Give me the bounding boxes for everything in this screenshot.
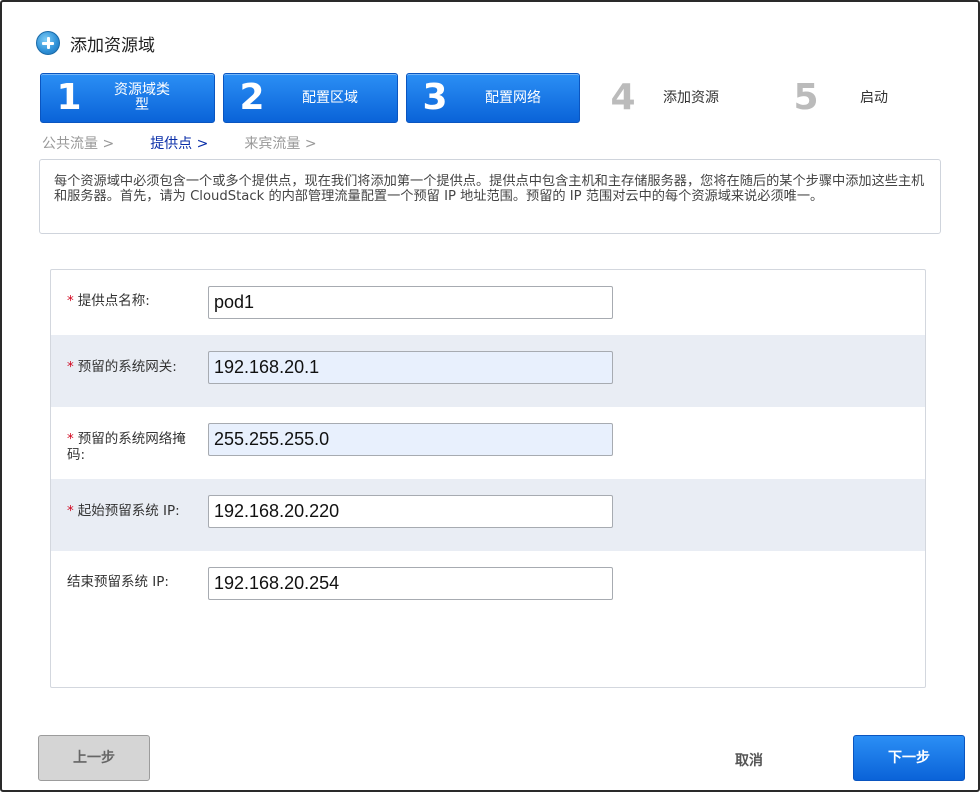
network-substeps: 公共流量 > 提供点 > 来宾流量 > (42, 133, 353, 153)
substep-pod: 提供点 > (150, 136, 209, 152)
substep-guest-traffic: 来宾流量 > (244, 136, 317, 152)
field-label: * 预留的系统网关: (67, 359, 177, 375)
step-label: 添加资源 (663, 89, 719, 106)
step-label: 资源域类 型 (114, 82, 170, 113)
step-label: 配置网络 (485, 89, 541, 106)
step-zone-type[interactable]: 1 资源域类 型 (40, 73, 215, 123)
form-row-gateway: * 预留的系统网关: (51, 335, 925, 407)
step-number: 5 (793, 77, 819, 118)
dialog-title: 添加资源域 (70, 35, 155, 56)
substep-public-traffic: 公共流量 > (42, 136, 115, 152)
netmask-input[interactable] (208, 423, 613, 456)
wizard-steps: 1 资源域类 型 2 配置区域 3 配置网络 4 添加资源 5 启动 (40, 73, 940, 123)
pod-name-input[interactable] (208, 286, 613, 319)
required-marker: * (67, 503, 74, 519)
step-label: 配置区域 (302, 89, 358, 106)
start-ip-input[interactable] (208, 495, 613, 528)
form-row-pod-name: * 提供点名称: (51, 270, 925, 335)
step-number: 1 (56, 77, 82, 118)
step-label: 启动 (860, 89, 888, 106)
required-marker: * (67, 431, 74, 447)
dialog-header: 添加资源域 (36, 30, 155, 56)
step-add-resources: 4 添加资源 (595, 73, 755, 123)
form-row-start-ip: * 起始预留系统 IP: (51, 479, 925, 551)
cancel-button[interactable]: 取消 (735, 750, 763, 770)
step-description: 每个资源域中必须包含一个或多个提供点，现在我们将添加第一个提供点。提供点中包含主… (39, 159, 941, 234)
form-row-netmask: * 预留的系统网络掩码: (51, 407, 925, 479)
add-zone-dialog: 添加资源域 1 资源域类 型 2 配置区域 3 配置网络 4 添加资源 5 启动… (0, 0, 980, 792)
step-number: 2 (239, 77, 265, 118)
pod-form: *提供点名称: *预留的系统网关: *预留的系统网络掩码: *起始预留系统 IP… (50, 269, 926, 688)
field-label: * 提供点名称: (67, 293, 150, 309)
step-configure-zone[interactable]: 2 配置区域 (223, 73, 398, 123)
step-number: 4 (610, 77, 636, 118)
step-number: 3 (422, 77, 448, 118)
previous-button[interactable]: 上一步 (38, 735, 150, 781)
field-label: 结束预留系统 IP: (67, 574, 169, 590)
end-ip-input[interactable] (208, 567, 613, 600)
step-launch: 5 启动 (778, 73, 918, 123)
field-label: * 起始预留系统 IP: (67, 503, 180, 519)
gateway-input[interactable] (208, 351, 613, 384)
required-marker: * (67, 359, 74, 375)
required-marker: * (67, 293, 74, 309)
field-label: * 预留的系统网络掩码: (67, 431, 186, 463)
step-configure-network[interactable]: 3 配置网络 (406, 73, 580, 123)
form-row-end-ip: 结束预留系统 IP: (51, 551, 925, 616)
next-button[interactable]: 下一步 (853, 735, 965, 781)
plus-circle-icon (36, 31, 60, 55)
